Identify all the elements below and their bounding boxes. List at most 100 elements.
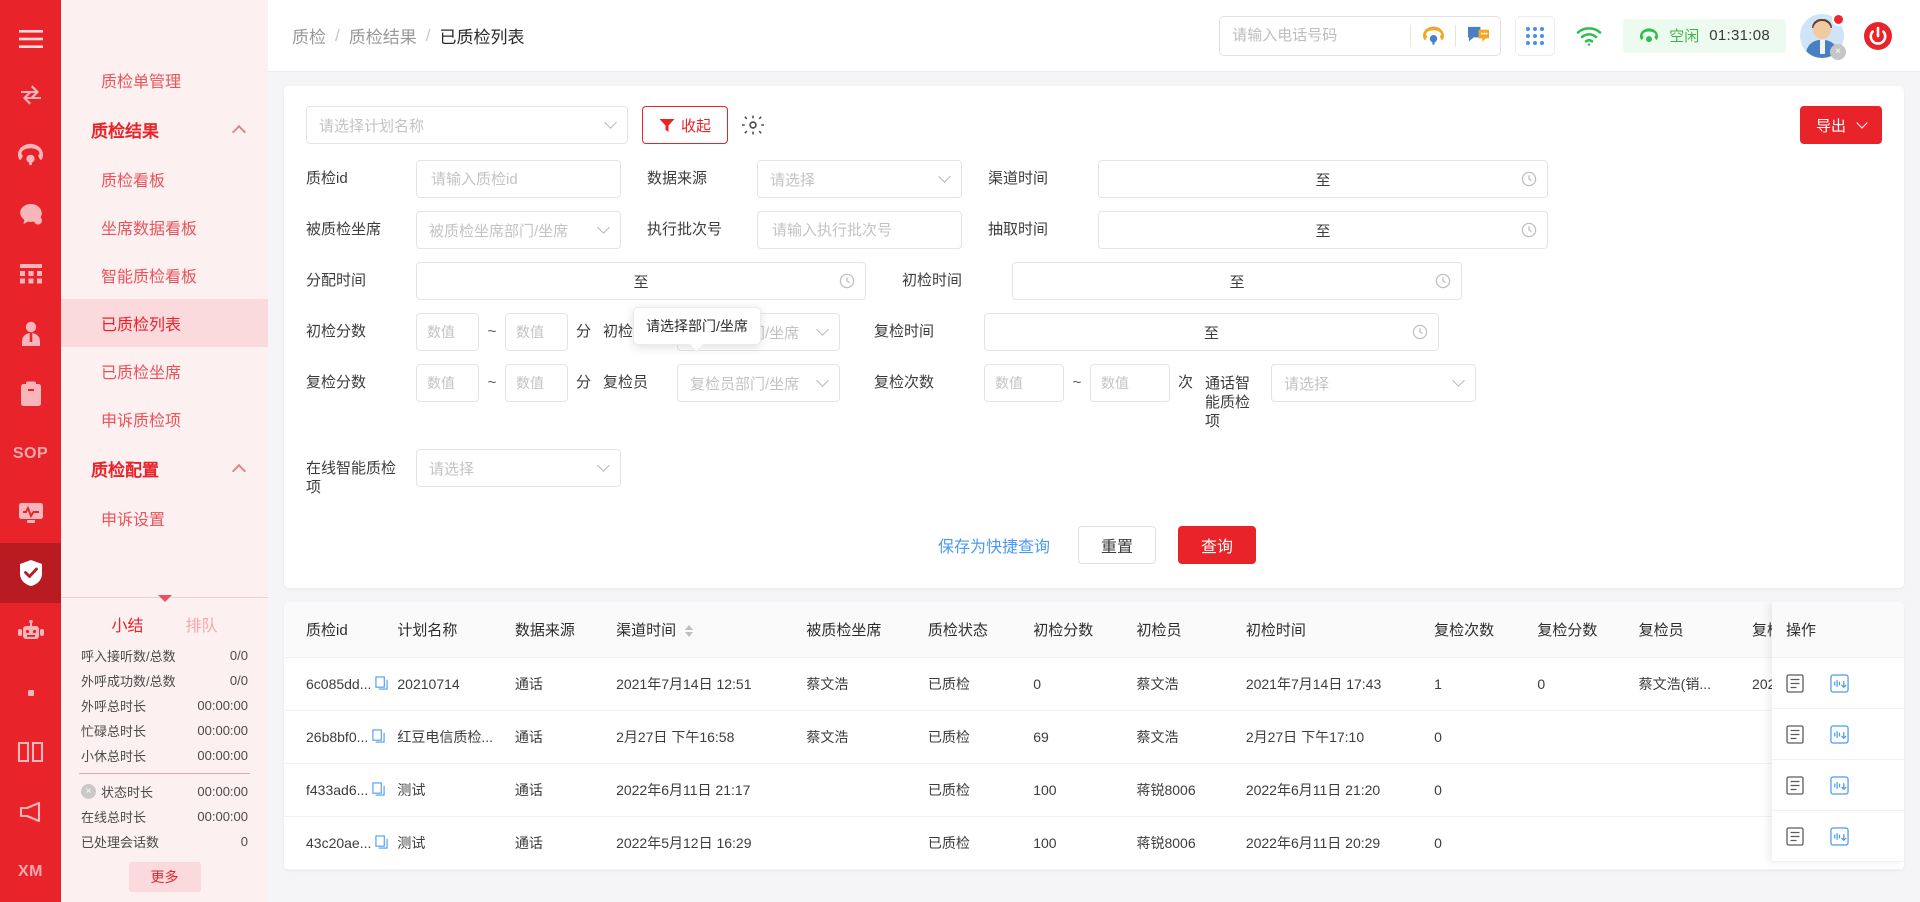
breadcrumb-item-1[interactable]: 质检: [292, 23, 326, 48]
table-row[interactable]: f433ad6... 测试 通话 2022年6月11日 21:17 已质检 10…: [284, 763, 1904, 817]
online-ai-qc-select[interactable]: 请选择: [416, 449, 621, 487]
stats-collapse-toggle[interactable]: [75, 595, 254, 608]
reset-button[interactable]: 重置: [1078, 526, 1156, 564]
avatar[interactable]: ×: [1800, 12, 1846, 60]
copy-icon[interactable]: [375, 675, 389, 693]
grid-icon[interactable]: [0, 244, 61, 304]
batch-no-input[interactable]: [770, 220, 949, 240]
sop-icon[interactable]: SOP: [0, 424, 61, 484]
cell-data-source: 通话: [514, 657, 617, 711]
copy-icon[interactable]: [372, 728, 385, 746]
filter-row-3: 分配时间 至 初检时间 至: [306, 262, 1882, 300]
export-button[interactable]: 导出: [1799, 106, 1882, 144]
cell-qc-status: 已质检: [927, 816, 1034, 870]
download-audio-icon[interactable]: [1830, 826, 1849, 846]
save-quick-query-link[interactable]: 保存为快捷查询: [932, 532, 1056, 558]
chat-icon[interactable]: [0, 185, 61, 245]
transfer-icon[interactable]: [0, 65, 61, 125]
recheck-inspector-placeholder: 复检员部门/坐席: [690, 375, 800, 393]
user-icon[interactable]: [0, 304, 61, 364]
book-icon[interactable]: [0, 723, 61, 783]
dot-icon[interactable]: [0, 663, 61, 723]
sidebar-group-qc-result[interactable]: 质检结果: [61, 104, 268, 155]
agent-status-pill[interactable]: 空闲 01:31:08: [1623, 18, 1786, 53]
table-row[interactable]: 43c20ae... 测试 通话 2022年5月12日 16:29 已质检 10…: [284, 816, 1904, 870]
table-row[interactable]: 26b8bf0... 红豆电信质检... 通话 2月27日 下午16:58 蔡文…: [284, 710, 1904, 764]
recheck-score-min[interactable]: 数值: [416, 364, 479, 402]
sidebar: 质检单管理 质检结果 质检看板 坐席数据看板 智能质检看板 已质检列表 已质检坐…: [61, 0, 268, 902]
call-ai-qc-placeholder: 请选择: [1284, 375, 1330, 393]
download-audio-icon[interactable]: [1830, 775, 1849, 795]
network-status-button[interactable]: [1569, 25, 1609, 47]
phone-number-input[interactable]: [1220, 16, 1411, 55]
cell-recheck-score: 0: [1537, 657, 1639, 711]
operations-cell: [1772, 760, 1904, 811]
download-audio-icon[interactable]: [1830, 724, 1849, 744]
cell-recheck-score: [1537, 816, 1639, 870]
sidebar-group-qc-config[interactable]: 质检配置: [61, 443, 268, 494]
clipboard-icon[interactable]: [0, 364, 61, 424]
message-icon[interactable]: [1456, 17, 1500, 55]
assign-time-range[interactable]: 至: [416, 262, 866, 300]
recheck-time-range[interactable]: 至: [984, 313, 1440, 351]
data-source-select[interactable]: 请选择: [757, 160, 962, 198]
detail-icon[interactable]: [1786, 775, 1804, 795]
logout-power-button[interactable]: [1858, 16, 1898, 56]
qc-id-input[interactable]: [429, 169, 608, 189]
sidebar-item-ai-qc-board[interactable]: 智能质检看板: [61, 251, 268, 299]
breadcrumb-item-2[interactable]: 质检结果: [349, 23, 417, 48]
call-ai-qc-select[interactable]: 请选择: [1271, 364, 1477, 402]
first-score-min[interactable]: 数值: [416, 313, 479, 351]
detail-icon[interactable]: [1786, 673, 1804, 693]
recheck-inspector-select[interactable]: 复检员部门/坐席: [677, 364, 841, 402]
col-channel-time[interactable]: 渠道时间: [616, 602, 807, 658]
stat-label: 小休总时长: [81, 749, 147, 764]
extract-time-range[interactable]: 至: [1098, 211, 1548, 249]
apps-grid-button[interactable]: [1515, 15, 1556, 56]
sidebar-item-qc-sheet-mgmt[interactable]: 质检单管理: [61, 56, 268, 104]
sidebar-item-appeal-settings[interactable]: 申诉设置: [61, 494, 268, 542]
stats-tab-summary[interactable]: 小结: [111, 612, 143, 636]
close-icon[interactable]: ×: [81, 784, 96, 799]
recheck-count-max[interactable]: 数值: [1090, 364, 1171, 402]
recheck-count-min[interactable]: 数值: [984, 364, 1065, 402]
search-button[interactable]: 查询: [1178, 526, 1256, 564]
copy-icon[interactable]: [375, 834, 389, 852]
stats-tab-queue[interactable]: 排队: [186, 612, 218, 636]
call-icon[interactable]: [1411, 17, 1455, 55]
sidebar-item-qc-board[interactable]: 质检看板: [61, 155, 268, 203]
cell-first-time: 2022年6月11日 20:29: [1245, 816, 1435, 870]
inspected-seat-select[interactable]: 被质检坐席部门/坐席: [416, 211, 621, 249]
detail-icon[interactable]: [1786, 826, 1804, 846]
sidebar-item-inspected-list[interactable]: 已质检列表: [61, 299, 268, 347]
hamburger-menu-icon[interactable]: [0, 14, 61, 65]
download-audio-icon[interactable]: [1830, 673, 1849, 693]
more-button[interactable]: 更多: [128, 862, 201, 892]
sidebar-item-seat-data-board[interactable]: 坐席数据看板: [61, 203, 268, 251]
table-body: 6c085dd... 20210714 通话 2021年7月14日 12:51 …: [284, 657, 1904, 870]
avatar-close-icon[interactable]: ×: [1830, 43, 1846, 60]
xm-icon[interactable]: XM: [0, 842, 61, 902]
collapse-filter-button[interactable]: 收起: [642, 106, 728, 144]
first-check-time-range[interactable]: 至: [1012, 262, 1462, 300]
robot-icon[interactable]: [0, 603, 61, 663]
first-score-max[interactable]: 数值: [505, 313, 568, 351]
plan-name-select[interactable]: 请选择计划名称: [306, 106, 628, 144]
notification-badge-icon: [1832, 12, 1845, 26]
field-label: 初检分数: [306, 323, 367, 340]
detail-icon[interactable]: [1786, 724, 1804, 744]
monitor-icon[interactable]: [0, 483, 61, 543]
shield-check-icon[interactable]: [0, 543, 61, 603]
telephone-icon[interactable]: [0, 125, 61, 185]
channel-time-range[interactable]: 至: [1098, 160, 1548, 198]
sort-icon[interactable]: [685, 625, 694, 638]
gear-icon[interactable]: [742, 114, 764, 136]
app-root: SOP XM 质检单管理 质检结果 质检看板 坐席数据看板 智能质检看板 已质检…: [0, 0, 1920, 902]
sidebar-item-inspected-seats[interactable]: 已质检坐席: [61, 347, 268, 395]
sidebar-item-appeal-qc-items[interactable]: 申诉质检项: [61, 395, 268, 443]
table-row[interactable]: 6c085dd... 20210714 通话 2021年7月14日 12:51 …: [284, 657, 1904, 711]
recheck-score-max[interactable]: 数值: [505, 364, 568, 402]
copy-icon[interactable]: [372, 781, 385, 799]
field-label: 分配时间: [306, 272, 367, 289]
megaphone-icon[interactable]: [0, 782, 61, 842]
